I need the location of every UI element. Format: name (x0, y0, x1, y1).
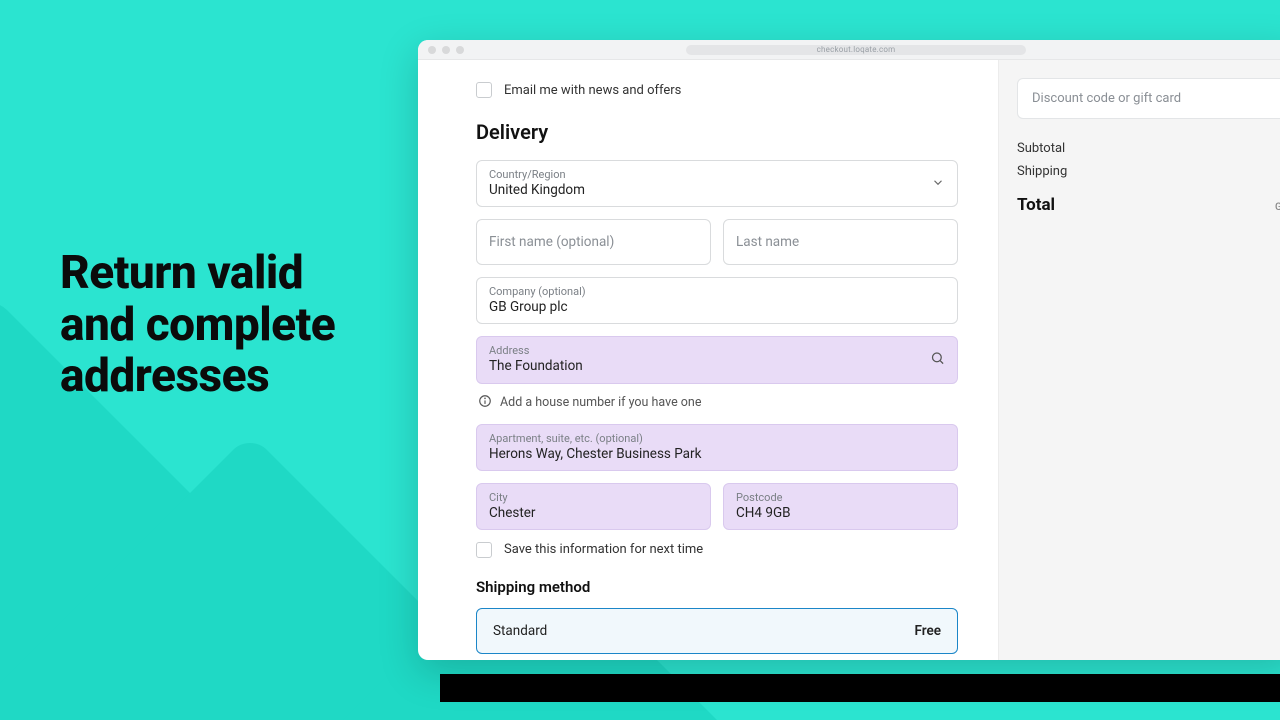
city-value: Chester (489, 505, 698, 521)
discount-code-field[interactable]: Discount code or gift card (1017, 78, 1280, 119)
total-currency: GBP (1275, 202, 1280, 213)
subtotal-label: Subtotal (1017, 141, 1065, 156)
postcode-field[interactable]: Postcode CH4 9GB (723, 483, 958, 530)
first-name-field[interactable]: First name (optional) (476, 219, 711, 265)
last-name-placeholder: Last name (736, 234, 945, 250)
last-name-field[interactable]: Last name (723, 219, 958, 265)
country-select[interactable]: Country/Region United Kingdom (476, 160, 958, 207)
country-label: Country/Region (489, 169, 945, 180)
address-value: The Foundation (489, 358, 945, 374)
postcode-value: CH4 9GB (736, 505, 945, 521)
city-field[interactable]: City Chester (476, 483, 711, 530)
address-label: Address (489, 345, 945, 356)
bottom-bar (440, 674, 1280, 702)
subtotal-row: Subtotal (999, 137, 1280, 160)
postcode-label: Postcode (736, 492, 945, 503)
first-name-placeholder: First name (optional) (489, 234, 698, 250)
url-bar: checkout.loqate.com (686, 45, 1026, 55)
company-value: GB Group plc (489, 299, 945, 315)
total-label: Total (1017, 195, 1055, 215)
shipping-method-heading: Shipping method (476, 578, 958, 596)
discount-code-placeholder: Discount code or gift card (1032, 91, 1181, 106)
apartment-label: Apartment, suite, etc. (optional) (489, 433, 945, 444)
apartment-value: Herons Way, Chester Business Park (489, 446, 945, 462)
company-label: Company (optional) (489, 286, 945, 297)
shipping-row: Shipping (999, 160, 1280, 183)
total-row: Total GBP (999, 183, 1280, 215)
window-dot (456, 46, 464, 54)
city-label: City (489, 492, 698, 503)
save-info-label: Save this information for next time (504, 542, 703, 557)
email-optin-row[interactable]: Email me with news and offers (476, 82, 958, 98)
company-field[interactable]: Company (optional) GB Group plc (476, 277, 958, 324)
search-icon (930, 350, 945, 369)
apartment-field[interactable]: Apartment, suite, etc. (optional) Herons… (476, 424, 958, 471)
shipping-option-price: Free (914, 623, 941, 639)
save-info-row[interactable]: Save this information for next time (476, 542, 958, 558)
promo-headline: Return valid and complete addresses (60, 248, 380, 403)
email-optin-checkbox[interactable] (476, 82, 492, 98)
shipping-option-standard[interactable]: Standard Free (476, 608, 958, 654)
chevron-down-icon (931, 174, 945, 193)
address-hint-text: Add a house number if you have one (500, 395, 701, 410)
window-dot (428, 46, 436, 54)
browser-window: checkout.loqate.com Email me with news a… (418, 40, 1280, 660)
browser-chrome: checkout.loqate.com (418, 40, 1280, 60)
email-optin-label: Email me with news and offers (504, 83, 681, 98)
delivery-heading: Delivery (476, 120, 958, 144)
country-value: United Kingdom (489, 182, 945, 198)
window-dot (442, 46, 450, 54)
order-summary-sidebar: Discount code or gift card Subtotal Ship… (998, 60, 1280, 660)
save-info-checkbox[interactable] (476, 542, 492, 558)
shipping-option-name: Standard (493, 623, 547, 639)
shipping-label: Shipping (1017, 164, 1067, 179)
address-hint: Add a house number if you have one (478, 394, 956, 412)
address-field[interactable]: Address The Foundation (476, 336, 958, 383)
info-icon (478, 394, 492, 412)
checkout-main: Email me with news and offers Delivery C… (418, 60, 998, 660)
